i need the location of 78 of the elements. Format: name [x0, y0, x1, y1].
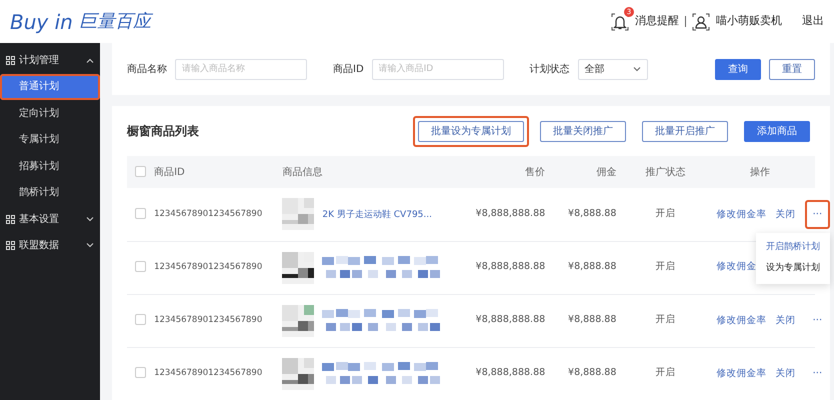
column-header: 操作 — [750, 166, 770, 178]
more-button[interactable]: ··· — [808, 364, 828, 382]
group-label: 联盟数据 — [19, 239, 59, 254]
group-label: 计划管理 — [19, 54, 59, 68]
checkbox[interactable] — [135, 261, 146, 272]
user-icon — [692, 12, 710, 30]
query-button[interactable]: 查询 — [715, 58, 761, 80]
chevron-icon — [86, 243, 94, 248]
sidebar-item[interactable]: 普通计划 — [0, 74, 100, 100]
product-title[interactable]: 2K 男子走运动鞋 CV795... — [322, 210, 432, 220]
input-field[interactable]: 请输入商品ID — [372, 58, 504, 80]
sidebar-item[interactable]: 鹊桥计划 — [0, 180, 100, 206]
status-text: 开启 — [656, 208, 676, 220]
sidebar-group[interactable]: 基本设置 — [0, 206, 100, 232]
more-button[interactable]: ··· — [808, 312, 828, 329]
sidebar-item[interactable]: 定向计划 — [0, 100, 100, 126]
action-link[interactable]: 修改佣金 — [716, 261, 757, 272]
user-name[interactable]: 喵小萌贩卖机 — [716, 13, 782, 30]
table-cell: ¥8,888,888.88 — [476, 367, 546, 378]
action-link[interactable]: 关闭 — [776, 314, 796, 326]
group-label: 基本设置 — [19, 212, 59, 227]
chevron-icon — [86, 58, 94, 63]
notification-link[interactable]: 消息提醒 — [635, 13, 679, 30]
chevron-icon — [632, 66, 641, 72]
action-button[interactable]: 批量设为专属计划 — [418, 120, 524, 142]
logo-text: 巨量百应 — [78, 8, 151, 35]
action-button[interactable]: 批量关闭推广 — [540, 120, 626, 142]
table-cell: ¥8,888.88 — [568, 367, 616, 378]
logout-link[interactable]: 退出 — [802, 13, 824, 30]
menu-item[interactable]: 设为专属计划 — [756, 258, 830, 280]
input-field[interactable]: 请输入商品名称 — [175, 58, 307, 80]
table-cell: ¥8,888.88 — [568, 261, 616, 272]
chevron-icon — [86, 216, 94, 222]
checkbox[interactable] — [135, 208, 146, 220]
bell-icon[interactable] — [611, 12, 629, 30]
grid-icon — [6, 214, 15, 224]
more-button[interactable]: ··· — [808, 206, 828, 223]
sidebar-item[interactable]: 招募计划 — [0, 153, 100, 180]
action-link[interactable]: 关闭 — [776, 208, 796, 220]
column-header: 佣金 — [596, 166, 616, 178]
checkbox[interactable] — [135, 314, 146, 326]
sidebar-group[interactable]: 联盟数据 — [0, 232, 100, 259]
action-button[interactable]: 批量开启推广 — [642, 120, 728, 142]
table-cell: 12345678901234567890 — [154, 315, 262, 326]
status-select[interactable]: 全部 — [578, 58, 648, 80]
logo-text: Buy in — [10, 8, 73, 36]
field-label: 商品ID — [333, 62, 364, 76]
status-text: 开启 — [656, 367, 676, 378]
checkbox[interactable] — [135, 166, 146, 178]
reset-button[interactable]: 重置 — [769, 58, 815, 80]
sidebar-group[interactable]: 计划管理 — [0, 47, 100, 74]
table-cell: ¥8,888.88 — [568, 314, 616, 326]
table-cell: 12345678901234567890 — [154, 368, 262, 378]
grid-icon — [6, 241, 15, 250]
table-cell: 12345678901234567890 — [154, 208, 262, 219]
column-header: 售价 — [525, 166, 546, 178]
action-link[interactable]: 修改佣金率 — [716, 208, 767, 220]
sidebar-item[interactable]: 专属计划 — [0, 126, 100, 153]
field-label: 计划状态 — [530, 62, 570, 76]
action-link[interactable]: 修改佣金率 — [716, 368, 767, 379]
action-link[interactable]: 修改佣金率 — [716, 314, 767, 326]
action-link[interactable]: 关闭 — [776, 368, 796, 379]
status-text: 开启 — [656, 314, 676, 326]
status-text: 开启 — [656, 261, 676, 272]
table-cell: ¥8,888,888.88 — [476, 261, 546, 272]
column-header: 推广状态 — [646, 166, 686, 178]
table-cell: ¥8,888.88 — [568, 208, 616, 220]
action-button[interactable]: 添加商品 — [744, 120, 810, 142]
table-cell: ¥8,888,888.88 — [476, 314, 546, 326]
field-label: 商品名称 — [127, 62, 167, 76]
grid-icon — [6, 56, 15, 65]
column-header: 商品ID — [154, 166, 185, 178]
table-cell: 12345678901234567890 — [154, 262, 262, 272]
menu-item[interactable]: 开启鹊桥计划 — [756, 236, 830, 258]
column-header: 商品信息 — [282, 166, 322, 178]
list-title: 橱窗商品列表 — [127, 123, 199, 140]
checkbox[interactable] — [135, 367, 146, 378]
table-cell: ¥8,888,888.88 — [476, 208, 546, 220]
